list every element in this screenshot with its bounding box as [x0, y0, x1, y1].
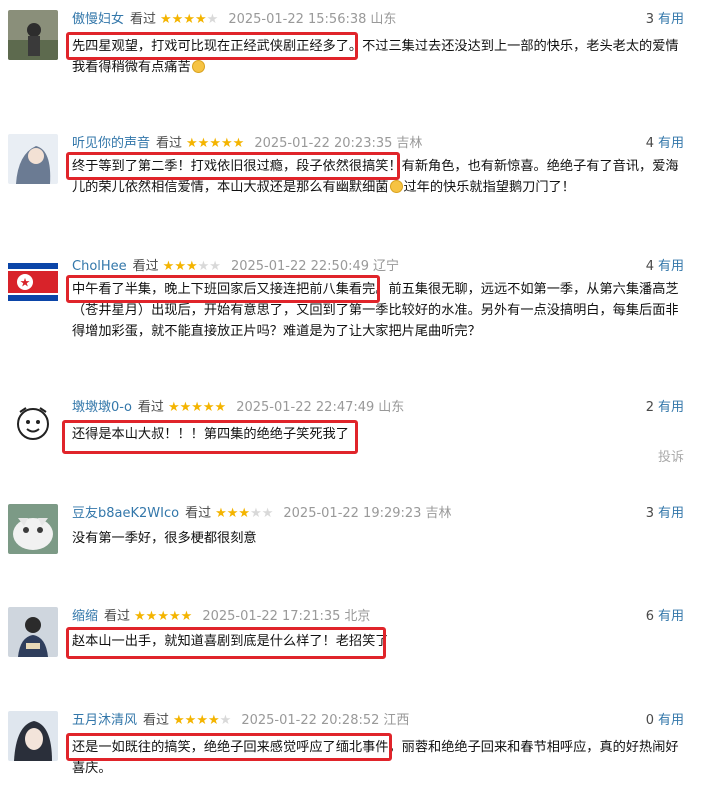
comment-location: 山东: [378, 400, 405, 415]
star-rating: ★★★★★: [162, 259, 221, 274]
useful-vote: 0 有用: [646, 711, 684, 731]
comment-meta: 听见你的声音 看过 ★★★★★ 2025-01-22 20:23:35 吉林: [72, 134, 422, 154]
watch-status: 看过: [143, 713, 170, 728]
comment-meta: 豆友b8aeK2WIco 看过 ★★★★★ 2025-01-22 19:29:23 吉林: [72, 504, 451, 524]
laugh-emoji-icon: [389, 180, 403, 193]
comment-location: 山东: [370, 12, 397, 27]
comment-meta: 墩墩墩0-o 看过 ★★★★★ 2025-01-22 22:47:49 山东: [72, 398, 404, 418]
username-link[interactable]: 墩墩墩0-o: [72, 400, 132, 415]
useful-count: 2: [645, 400, 654, 415]
username-link[interactable]: 傲慢妇女: [72, 12, 124, 27]
comment-item: 缩缩 看过 ★★★★★ 2025-01-22 17:21:35 北京 6 有用 赵本山一出…: [0, 607, 712, 677]
comment-item: 五月沐清风 看过 ★★★★★ 2025-01-22 20:28:52 江西 0 有用 还是…: [0, 711, 712, 791]
comment-location: 北京: [344, 609, 371, 624]
user-avatar[interactable]: [8, 607, 58, 657]
comment-location: 江西: [383, 713, 410, 728]
useful-button[interactable]: 有用: [658, 400, 684, 415]
comment-item: 傲慢妇女 看过 ★★★★★ 2025-01-22 15:56:38 山东 3 有用 先四星…: [0, 10, 712, 110]
username-link[interactable]: 豆友b8aeK2WIco: [72, 506, 179, 521]
comment-text: 先四星观望，打戏可比现在正经武侠剧正经多了。不过三集过去还没达到上一部的快乐，老…: [72, 39, 679, 75]
useful-button[interactable]: 有用: [658, 713, 684, 728]
useful-button[interactable]: 有用: [658, 609, 684, 624]
comment-text: 还是一如既往的搞笑，绝绝子回来感觉呼应了缅北事件，丽蓉和绝绝子回来和春节相呼应，…: [72, 740, 679, 776]
star-rating: ★★★★★: [134, 609, 193, 624]
useful-count: 4: [645, 136, 654, 151]
comment-meta: 缩缩 看过 ★★★★★ 2025-01-22 17:21:35 北京: [72, 607, 370, 627]
user-avatar[interactable]: ★: [8, 257, 58, 307]
useful-button[interactable]: 有用: [658, 506, 684, 521]
star-rating: ★★★★★: [160, 12, 219, 27]
comment-time: 2025-01-22 19:29:23: [283, 506, 422, 521]
watch-status: 看过: [185, 506, 212, 521]
useful-vote: 3 有用: [646, 10, 684, 30]
star-rating: ★★★★★: [215, 506, 274, 521]
user-avatar[interactable]: [8, 134, 58, 184]
username-link[interactable]: 缩缩: [72, 609, 98, 624]
comment-time: 2025-01-22 22:47:49: [236, 400, 375, 415]
comment-time: 2025-01-22 20:28:52: [241, 713, 380, 728]
useful-vote: 3 有用: [646, 504, 684, 524]
user-avatar[interactable]: [8, 711, 58, 761]
comment-item: 听见你的声音 看过 ★★★★★ 2025-01-22 20:23:35 吉林 4 有用 终…: [0, 134, 712, 234]
useful-count: 3: [645, 506, 654, 521]
comment-time: 2025-01-22 22:50:49: [230, 259, 370, 274]
watch-status: 看过: [130, 12, 157, 27]
comment-time: 2025-01-22 20:23:35: [254, 136, 393, 151]
comment-item: 墩墩墩0-o 看过 ★★★★★ 2025-01-22 22:47:49 山东 2 有用 还…: [0, 398, 712, 468]
comment-location: 吉林: [425, 506, 452, 521]
user-avatar[interactable]: [8, 10, 58, 60]
comment-location: 吉林: [396, 136, 423, 151]
useful-vote: 4 有用: [646, 134, 684, 154]
useful-vote: 4 有用: [646, 257, 684, 277]
useful-count: 3: [645, 12, 654, 27]
star-rating: ★★★★★: [173, 713, 232, 728]
watch-status: 看过: [104, 609, 131, 624]
sad-emoji-icon: [191, 60, 205, 73]
username-link[interactable]: CholHee: [72, 259, 127, 274]
comment-meta: 五月沐清风 看过 ★★★★★ 2025-01-22 20:28:52 江西: [72, 711, 409, 731]
comment-time: 2025-01-22 17:21:35: [202, 609, 341, 624]
username-link[interactable]: 听见你的声音: [72, 136, 150, 151]
comment-location: 辽宁: [373, 259, 400, 274]
useful-button[interactable]: 有用: [658, 136, 684, 151]
comment-item: 豆友b8aeK2WIco 看过 ★★★★★ 2025-01-22 19:29:23 吉林…: [0, 504, 712, 564]
useful-button[interactable]: 有用: [658, 12, 684, 27]
useful-count: 0: [645, 713, 654, 728]
comment-text: 赵本山一出手，就知道喜剧到底是什么样了！老招笑了: [72, 634, 389, 649]
useful-vote: 6 有用: [646, 607, 684, 627]
comment-text: 没有第一季好，很多梗都很刻意: [72, 531, 257, 546]
user-avatar[interactable]: [8, 504, 58, 554]
useful-vote: 2 有用: [646, 398, 684, 418]
svg-text:★: ★: [20, 276, 31, 290]
star-rating: ★★★★★: [186, 136, 245, 151]
comment-meta: CholHee 看过 ★★★★★ 2025-01-22 22:50:49 辽宁: [72, 257, 399, 277]
comment-item: ★ CholHee 看过 ★★★★★ 2025-01-22 22:50:49 辽宁 4有…: [0, 257, 712, 377]
comment-text: 终于等到了第二季！打戏依旧很过瘾，段子依然很搞笑！有新角色，也有新惊喜。绝绝子有…: [72, 159, 679, 195]
report-button[interactable]: 投诉: [658, 446, 684, 465]
user-avatar[interactable]: [8, 398, 58, 448]
comment-meta: 傲慢妇女 看过 ★★★★★ 2025-01-22 15:56:38 山东: [72, 10, 396, 30]
comment-text: 还得是本山大叔！！！第四集的绝绝子笑死我了: [72, 427, 349, 442]
watch-status: 看过: [156, 136, 183, 151]
star-rating: ★★★★★: [167, 400, 227, 415]
watch-status: 看过: [132, 259, 159, 274]
comment-time: 2025-01-22 15:56:38: [228, 12, 367, 27]
useful-count: 4: [645, 259, 654, 274]
watch-status: 看过: [137, 400, 164, 415]
useful-count: 6: [645, 609, 654, 624]
useful-button[interactable]: 有用: [658, 259, 684, 274]
comment-text: 中午看了半集，晚上下班回家后又接连把前八集看完。前五集很无聊，远远不如第一季，从…: [72, 282, 679, 339]
username-link[interactable]: 五月沐清风: [72, 713, 137, 728]
